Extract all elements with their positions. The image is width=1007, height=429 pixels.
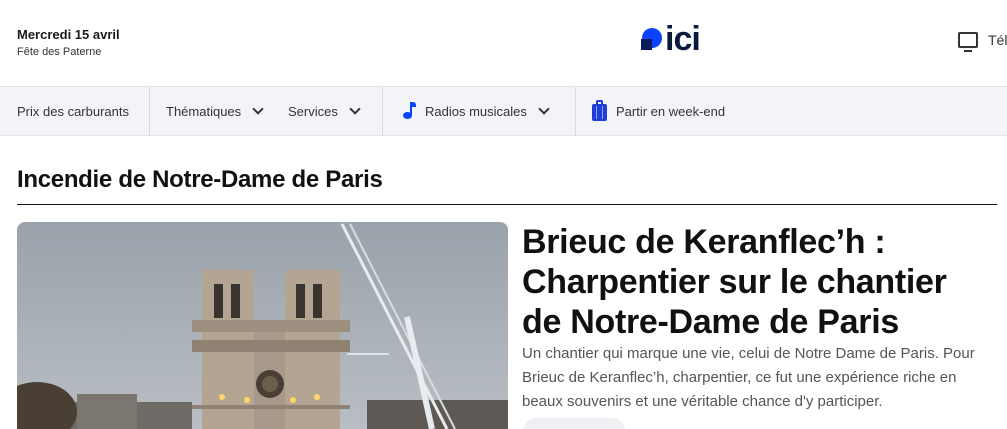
section-title[interactable]: Incendie de Notre-Dame de Paris (17, 166, 383, 194)
nav-item-label: Thématiques (166, 103, 242, 119)
suitcase-icon (592, 100, 607, 122)
article-tag-button[interactable] (522, 418, 626, 429)
site-logo[interactable]: ici (641, 20, 701, 58)
logo-text: ici (665, 20, 701, 58)
nav-item-weekend[interactable]: Partir en week-end (592, 87, 725, 135)
nav-item-label: Partir en week-end (616, 103, 726, 119)
tv-link[interactable]: Tél (958, 32, 1007, 52)
section-divider (17, 204, 997, 205)
chevron-down-icon (538, 103, 550, 115)
nav-item-themes[interactable]: Thématiques (166, 87, 264, 135)
nav-item-label: Prix des carburants (17, 103, 129, 119)
article-photo[interactable] (17, 222, 508, 429)
tv-label: Tél (988, 32, 1007, 48)
saint-day: Fête des Paterne (17, 46, 102, 58)
logo-mark-icon (641, 28, 663, 50)
chevron-down-icon (349, 103, 361, 115)
notre-dame-image (17, 222, 508, 429)
nav-item-label: Services (288, 103, 338, 119)
nav-item-services[interactable]: Services (288, 87, 361, 135)
tv-icon (958, 32, 978, 52)
article-headline[interactable]: Brieuc de Keranflec’h : Charpentier sur … (522, 222, 992, 342)
nav-item-label: Radios musicales (425, 103, 527, 119)
nav-divider (575, 87, 576, 135)
main-nav: Prix des carburants Thématiques Services… (0, 87, 1007, 136)
music-note-icon (402, 101, 416, 121)
nav-item-music-radios[interactable]: Radios musicales (402, 87, 550, 135)
top-bar: Mercredi 15 avril Fête des Paterne ici T… (0, 0, 1007, 87)
nav-item-fuel-prices[interactable]: Prix des carburants (17, 87, 129, 135)
nav-divider (382, 87, 383, 135)
chevron-down-icon (252, 103, 264, 115)
nav-divider (149, 87, 150, 135)
article-summary: Un chantier qui marque une vie, celui de… (522, 345, 975, 410)
current-date: Mercredi 15 avril (17, 27, 120, 42)
